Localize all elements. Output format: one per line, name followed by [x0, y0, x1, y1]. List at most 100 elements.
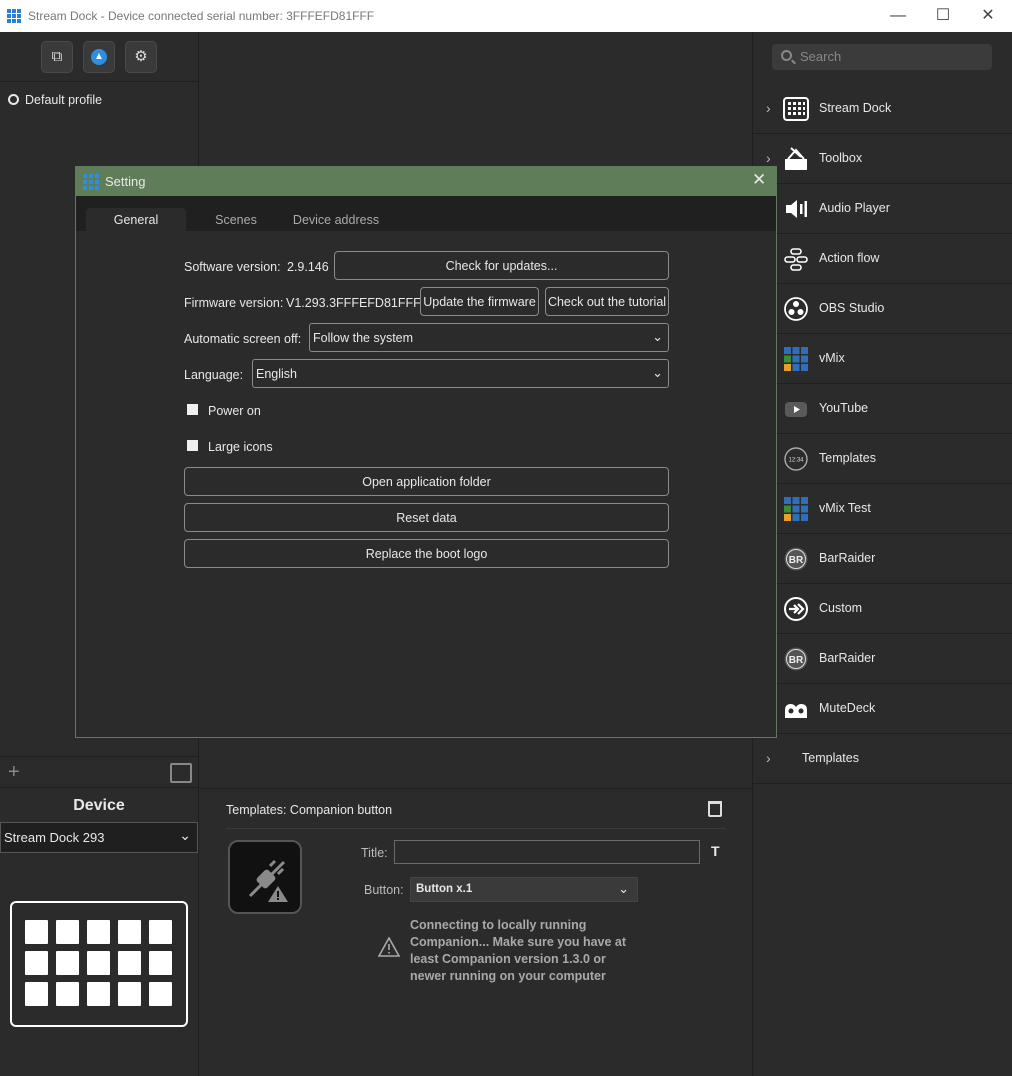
category-name: BarRaider — [819, 551, 876, 565]
category-toolbox[interactable]: › Toolbox — [753, 134, 1012, 184]
chevron-down-icon: ⌄ — [179, 827, 191, 843]
language-label: Language: — [184, 368, 244, 382]
category-name: Stream Dock — [819, 101, 892, 115]
left-toolbar: ⧉ ▲ ⚙ — [0, 32, 198, 82]
device-key[interactable] — [25, 951, 48, 975]
profile-item-default[interactable]: Default profile — [8, 93, 102, 107]
search-input[interactable]: Search — [772, 44, 992, 70]
close-icon[interactable]: ✕ — [752, 170, 766, 190]
power-on-label: Power on — [208, 404, 261, 418]
title-input[interactable] — [394, 840, 700, 864]
category-vmix-test[interactable]: vMix Test — [753, 484, 1012, 534]
plugin-category-list: › Stream Dock › Toolbox Audio Player Act… — [753, 84, 1012, 784]
device-key[interactable] — [87, 951, 110, 975]
tutorial-button[interactable]: Check out the tutorial — [545, 287, 669, 316]
power-on-checkbox[interactable] — [187, 404, 198, 415]
language-value: English — [256, 367, 297, 381]
large-icons-label: Large icons — [208, 440, 273, 454]
right-panel: Search › Stream Dock › Toolbox Audio Pla… — [753, 32, 1012, 1076]
connection-warning: Connecting to locally running Companion.… — [410, 918, 627, 983]
check-updates-button[interactable]: Check for updates... — [334, 251, 669, 280]
key-preview[interactable] — [228, 840, 302, 914]
store-button[interactable]: ▲ — [83, 41, 115, 73]
window-title: Stream Dock - Device connected serial nu… — [28, 9, 375, 23]
tab-device-address[interactable]: Device address — [286, 208, 386, 231]
profile-actions-bar: + — [0, 756, 198, 788]
divider — [226, 828, 726, 829]
tab-scenes[interactable]: Scenes — [196, 208, 276, 231]
settings-dialog: Setting ✕ General Scenes Device address … — [75, 166, 777, 738]
category-custom[interactable]: Custom — [753, 584, 1012, 634]
device-key[interactable] — [56, 982, 79, 1006]
reset-data-button[interactable]: Reset data — [184, 503, 669, 532]
minimize-icon[interactable]: — — [886, 4, 910, 28]
category-templates-group[interactable]: › Templates — [753, 734, 1012, 784]
screen-off-value: Follow the system — [313, 331, 414, 345]
device-key[interactable] — [118, 920, 141, 944]
category-templates[interactable]: 12:34 Templates — [753, 434, 1012, 484]
category-name: YouTube — [819, 401, 869, 415]
clock-icon: 12:34 — [784, 447, 808, 471]
open-folder-button[interactable]: Open application folder — [184, 467, 669, 496]
app-icon — [7, 9, 21, 23]
device-manage-icon[interactable] — [170, 763, 192, 783]
category-name: vMix Test — [819, 501, 871, 515]
trash-icon[interactable] — [708, 801, 722, 817]
update-firmware-button[interactable]: Update the firmware — [420, 287, 539, 316]
category-name: Audio Player — [819, 201, 890, 215]
category-barraider[interactable]: BR BarRaider — [753, 534, 1012, 584]
maximize-icon[interactable]: ☐ — [931, 4, 955, 28]
chevron-down-icon: ⌄ — [652, 365, 663, 380]
profiles-button[interactable]: ⧉ — [41, 41, 73, 73]
mutedeck-icon — [785, 704, 807, 718]
svg-text:BR: BR — [789, 555, 804, 566]
device-key[interactable] — [149, 920, 172, 944]
category-name: Templates — [819, 451, 876, 465]
device-key[interactable] — [118, 982, 141, 1006]
firmware-version-label: Firmware version: — [184, 296, 284, 310]
device-key[interactable] — [56, 951, 79, 975]
app-icon — [83, 174, 99, 190]
button-label: Button: — [364, 883, 404, 897]
category-name: BarRaider — [819, 651, 876, 665]
category-obs-studio[interactable]: OBS Studio — [753, 284, 1012, 334]
device-key[interactable] — [149, 982, 172, 1006]
large-icons-checkbox[interactable] — [187, 440, 198, 451]
category-mutedeck[interactable]: MuteDeck — [753, 684, 1012, 734]
button-select[interactable]: Button x.1 ⌄ — [410, 877, 638, 902]
warning-icon — [378, 937, 400, 957]
dialog-title: Setting — [105, 174, 146, 189]
replace-boot-logo-button[interactable]: Replace the boot logo — [184, 539, 669, 568]
tab-general[interactable]: General — [86, 208, 186, 231]
device-select[interactable]: Stream Dock 293 ⌄ — [0, 822, 198, 853]
device-key[interactable] — [149, 951, 172, 975]
category-name: Toolbox — [819, 151, 863, 165]
custom-icon — [784, 597, 808, 621]
device-key[interactable] — [87, 920, 110, 944]
close-icon[interactable]: ✕ — [976, 4, 1000, 28]
barraider-icon: BR — [784, 547, 808, 571]
category-stream-dock[interactable]: › Stream Dock — [753, 84, 1012, 134]
property-inspector: Templates: Companion button Title: T But… — [200, 788, 752, 1076]
text-format-icon[interactable]: T — [711, 843, 720, 859]
chevron-down-icon: ⌄ — [618, 881, 629, 896]
device-key[interactable] — [118, 951, 141, 975]
device-key[interactable] — [87, 982, 110, 1006]
search-icon — [781, 50, 792, 61]
device-key[interactable] — [25, 982, 48, 1006]
screen-off-select[interactable]: Follow the system ⌄ — [309, 323, 669, 352]
device-select-value: Stream Dock 293 — [4, 830, 105, 845]
language-select[interactable]: English ⌄ — [252, 359, 669, 388]
youtube-icon — [785, 402, 807, 417]
settings-button[interactable]: ⚙ — [125, 41, 157, 73]
svg-text:12:34: 12:34 — [788, 458, 804, 464]
category-barraider-2[interactable]: BR BarRaider — [753, 634, 1012, 684]
device-key[interactable] — [56, 920, 79, 944]
category-audio-player[interactable]: Audio Player — [753, 184, 1012, 234]
device-key[interactable] — [25, 920, 48, 944]
category-action-flow[interactable]: Action flow — [753, 234, 1012, 284]
grid-icon — [783, 97, 809, 121]
add-profile-icon[interactable]: + — [8, 761, 20, 784]
category-youtube[interactable]: YouTube — [753, 384, 1012, 434]
category-vmix[interactable]: vMix — [753, 334, 1012, 384]
